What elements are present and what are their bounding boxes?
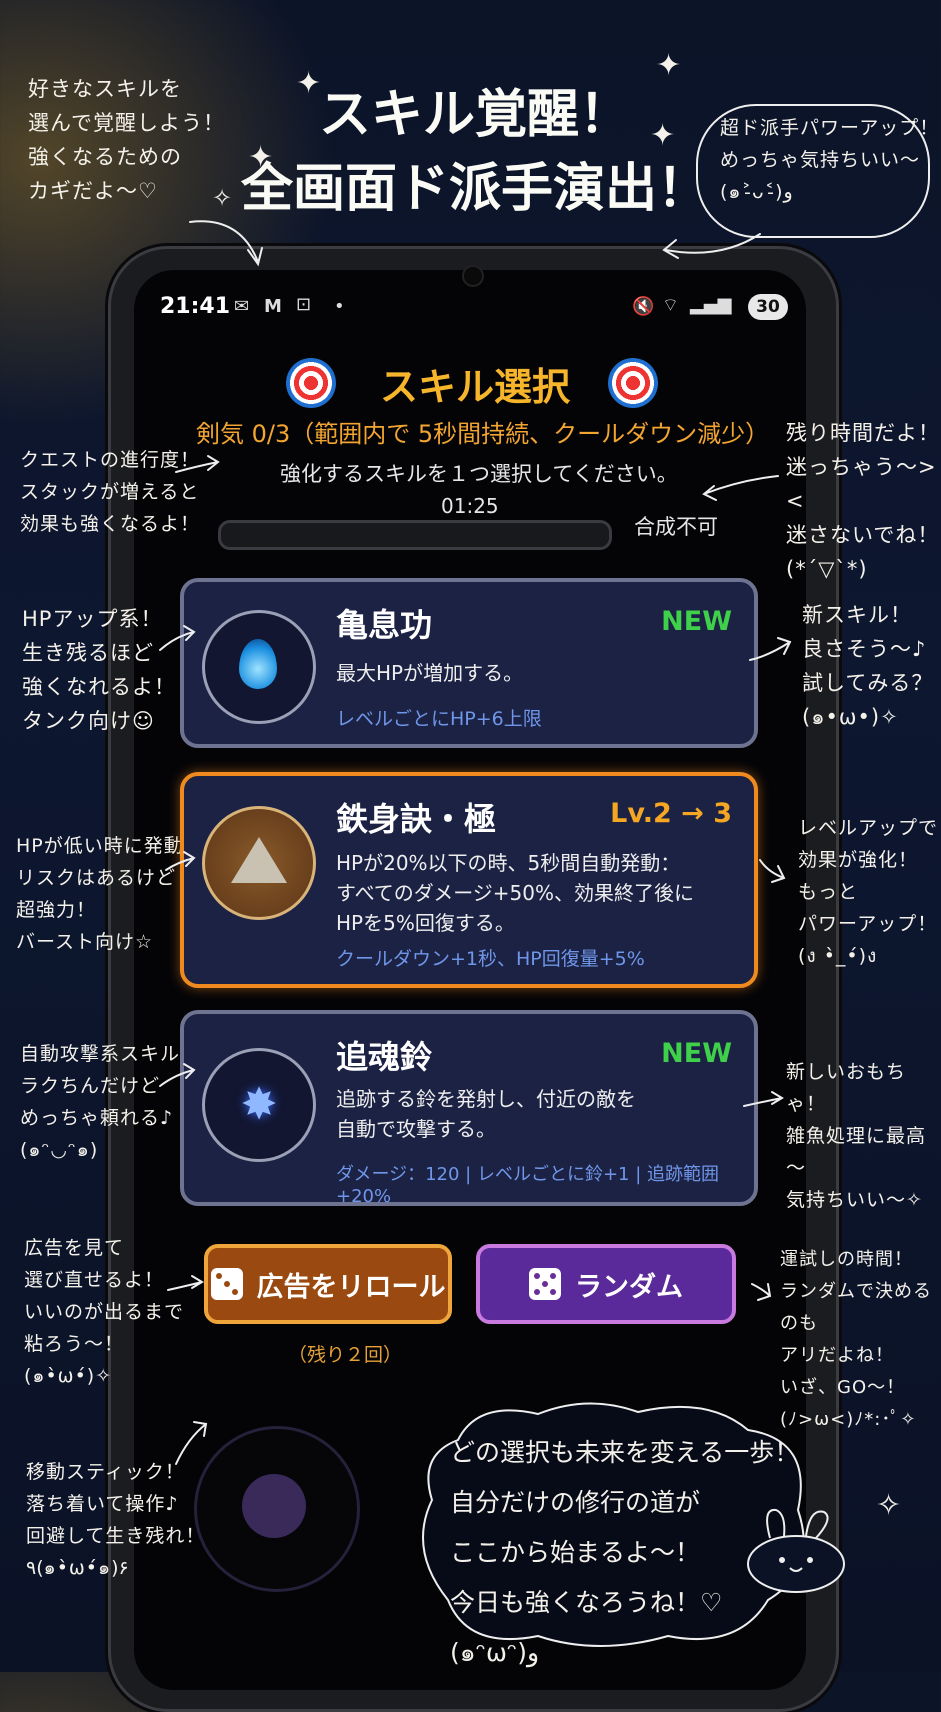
annotation-arrows — [159, 220, 792, 1465]
arrow-icon — [159, 1063, 196, 1087]
arrow-icon — [743, 1091, 784, 1107]
arrow-icon — [749, 637, 792, 661]
arrow-icon — [167, 1275, 204, 1291]
arrow-icon — [165, 851, 196, 871]
arrow-icon — [662, 233, 761, 259]
arrow-icon — [175, 455, 220, 473]
arrow-icon — [159, 625, 196, 651]
arrow-icon — [175, 1421, 208, 1465]
arrow-icon — [702, 475, 779, 501]
arrow-icon — [751, 1283, 772, 1301]
arrow-icon — [189, 220, 263, 267]
arrow-icon — [759, 859, 786, 883]
